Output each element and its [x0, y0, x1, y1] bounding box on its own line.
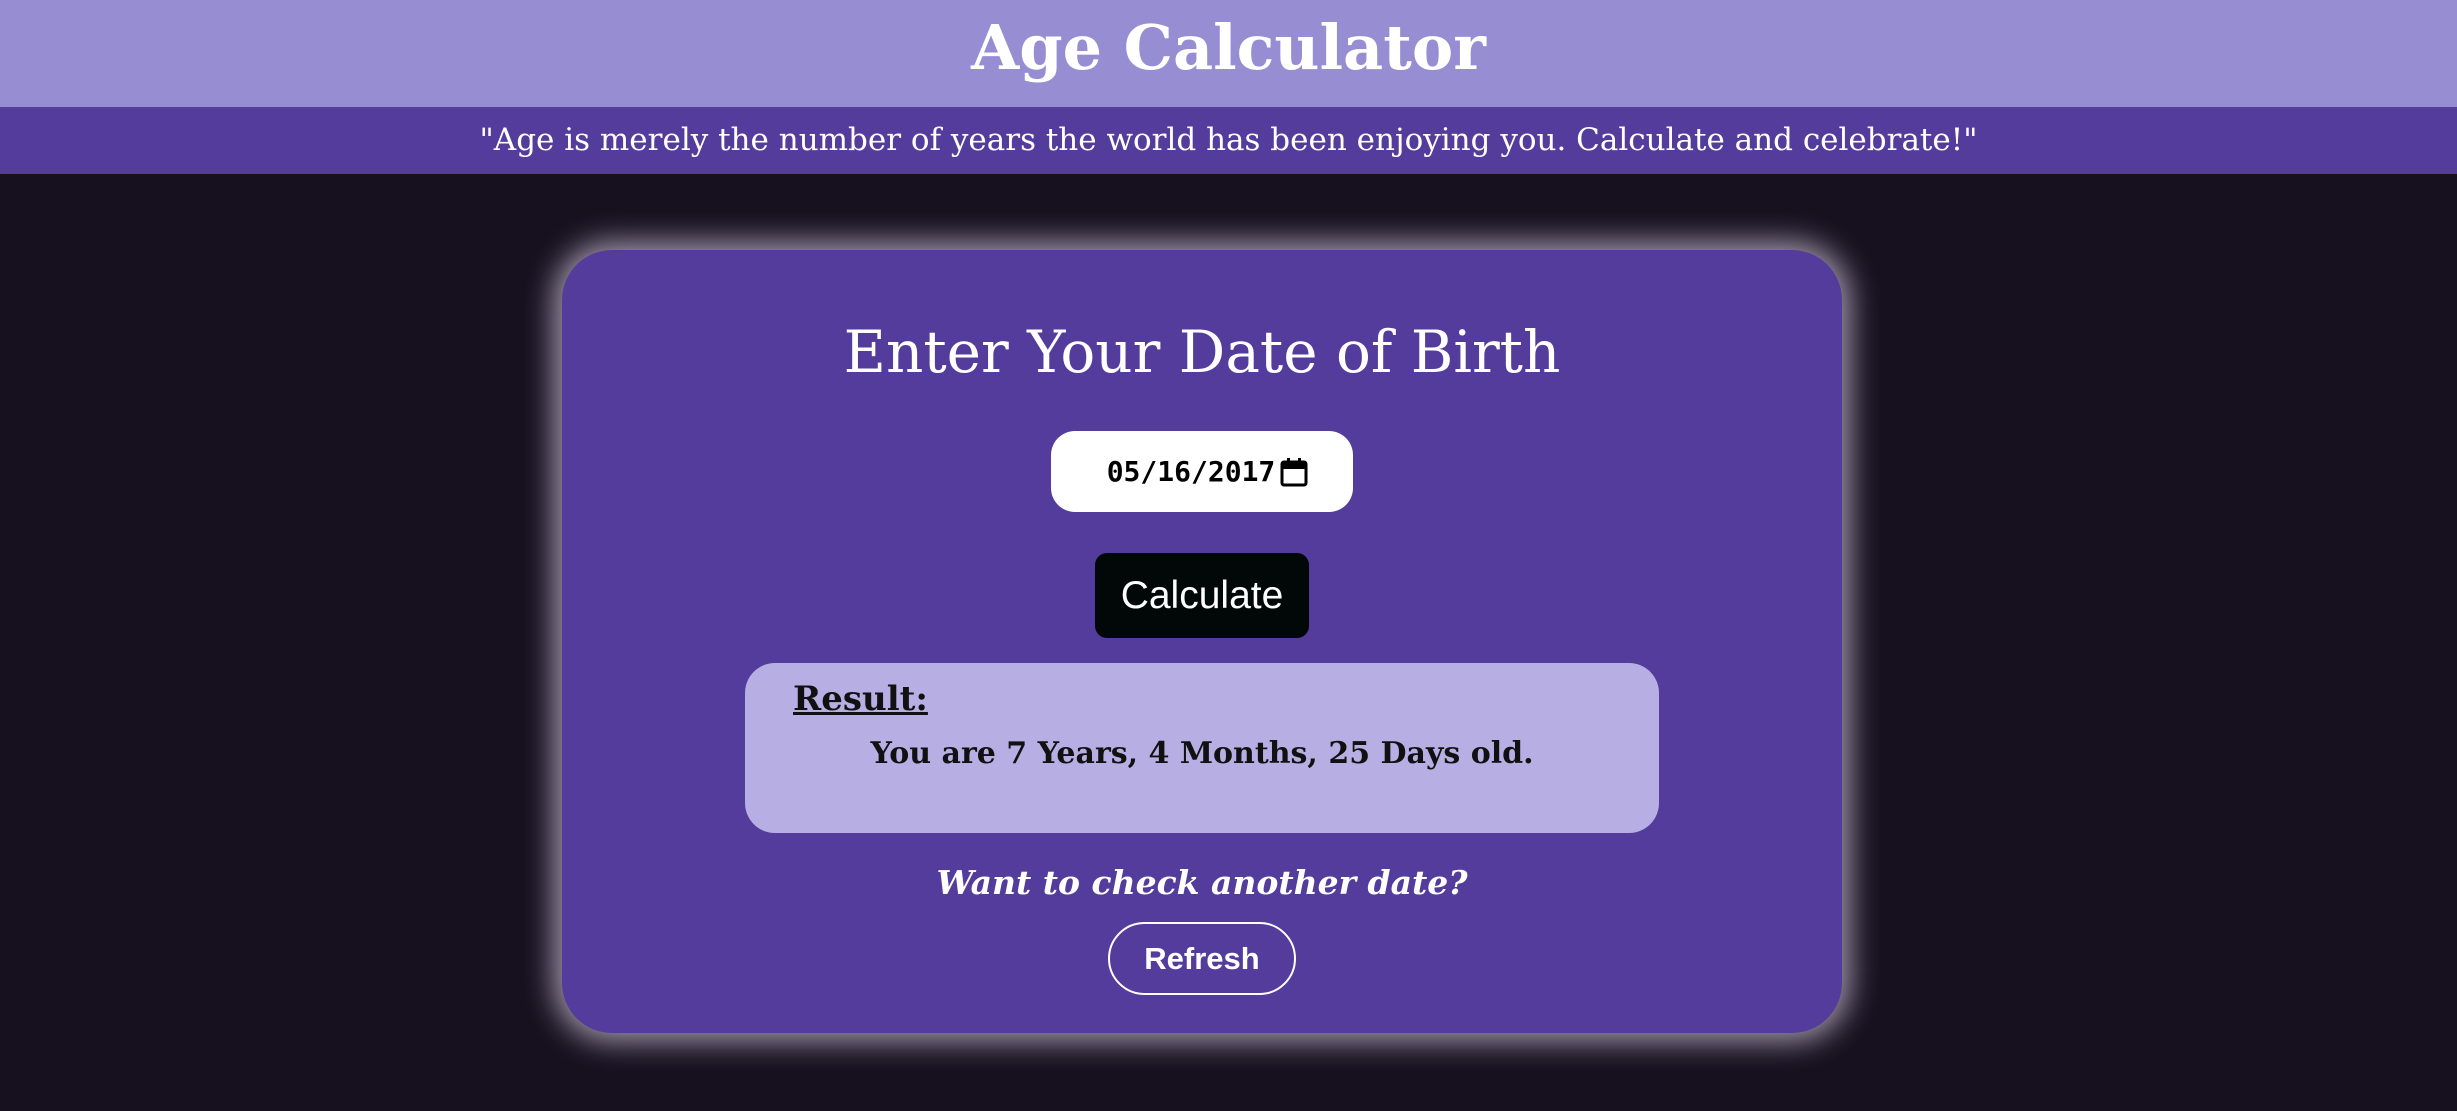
- calendar-icon[interactable]: [1279, 456, 1309, 488]
- result-label: Result:: [793, 679, 928, 719]
- result-box: Result: You are 7 Years, 4 Months, 25 Da…: [745, 663, 1659, 833]
- result-text: You are 7 Years, 4 Months, 25 Days old.: [870, 736, 1534, 771]
- calculate-button[interactable]: Calculate: [1095, 553, 1309, 638]
- quote-bar: "Age is merely the number of years the w…: [0, 107, 2457, 174]
- date-value[interactable]: 05/16/2017: [1107, 455, 1276, 488]
- app-header: Age Calculator: [0, 0, 2457, 107]
- card-title: Enter Your Date of Birth: [843, 318, 1561, 386]
- date-of-birth-input[interactable]: 05/16/2017: [1051, 431, 1353, 512]
- app-title: Age Calculator: [971, 11, 1486, 84]
- calculator-card: Enter Your Date of Birth 05/16/2017 Calc…: [562, 250, 1842, 1033]
- quote-text: "Age is merely the number of years the w…: [479, 121, 1978, 158]
- refresh-button[interactable]: Refresh: [1108, 922, 1296, 995]
- check-another-prompt: Want to check another date?: [936, 863, 1468, 902]
